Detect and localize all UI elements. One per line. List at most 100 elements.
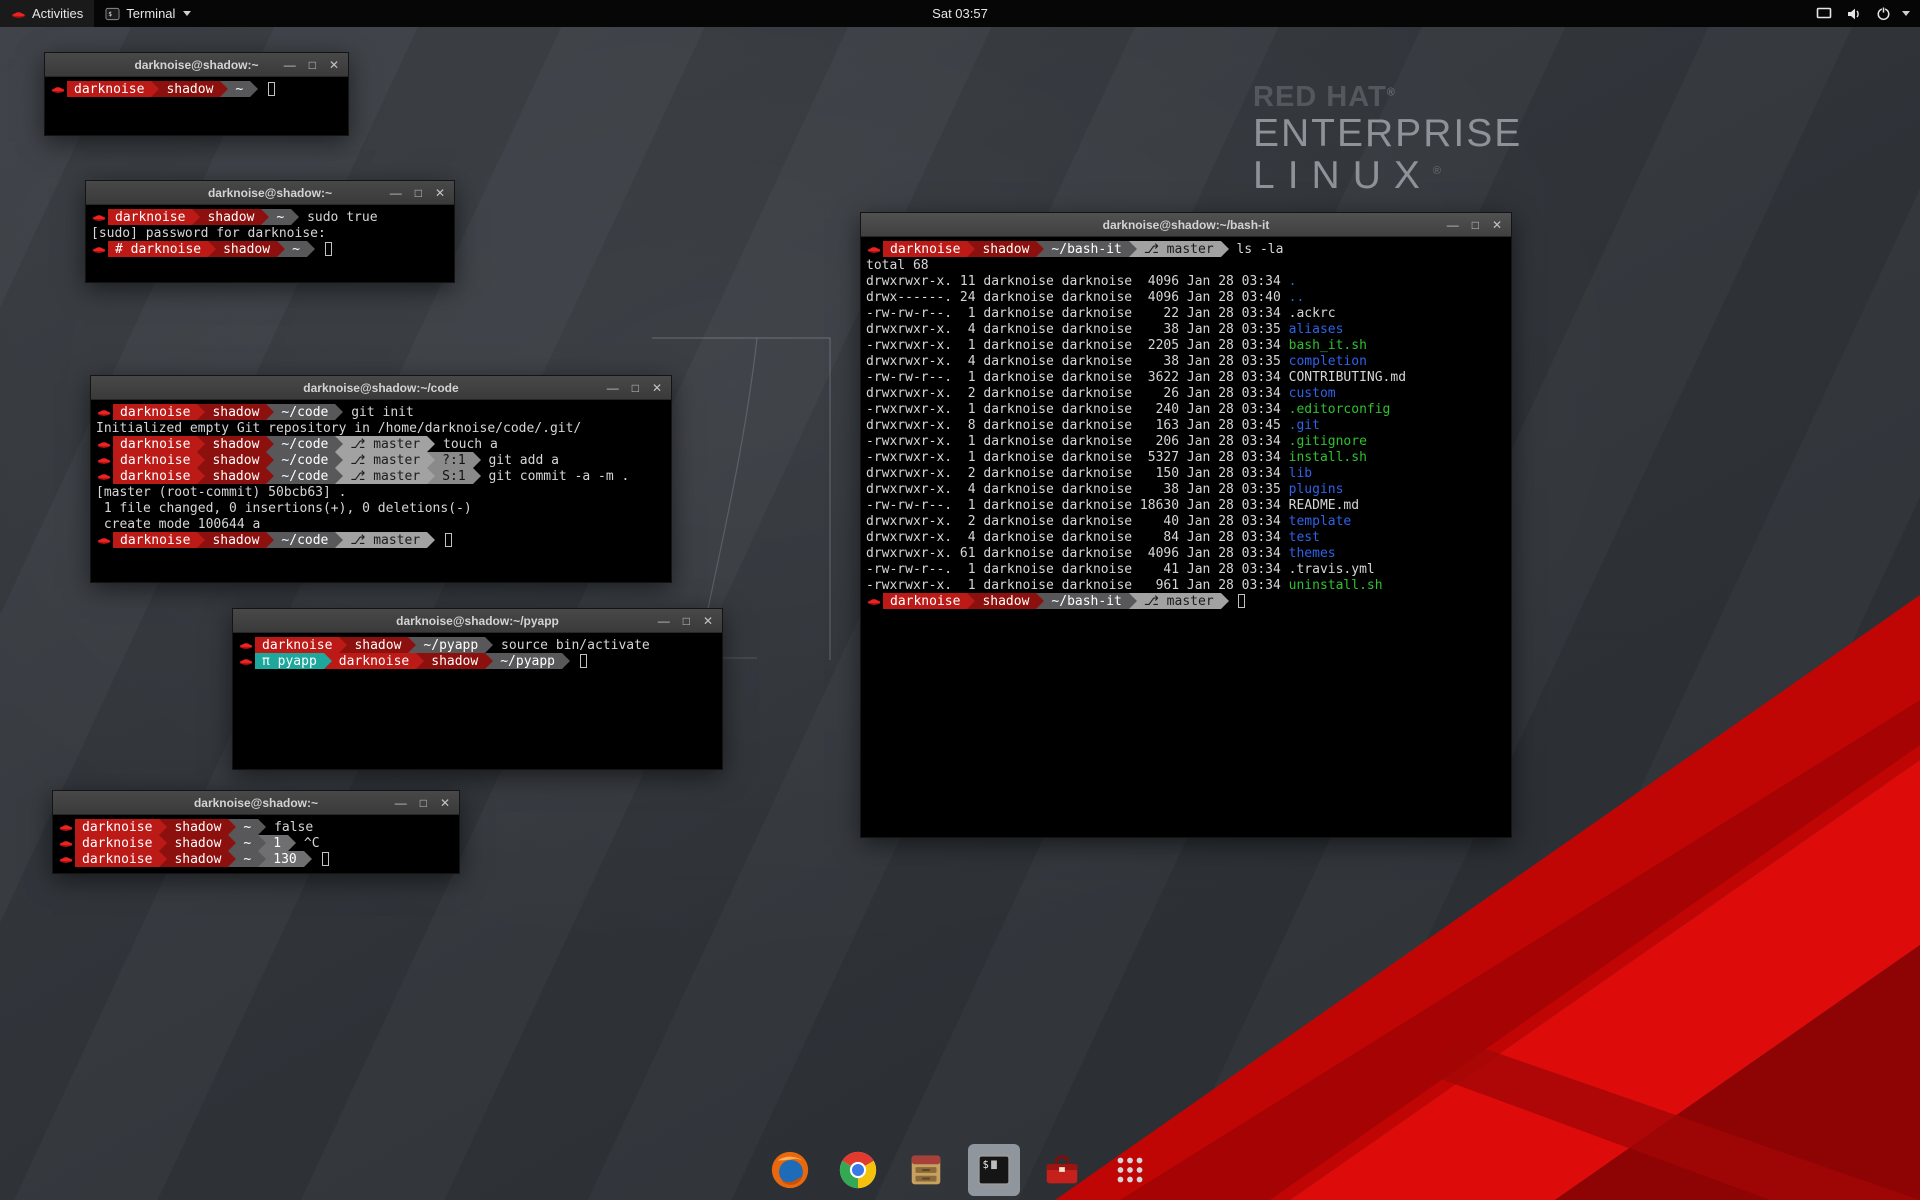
- minimize-button[interactable]: —: [395, 797, 407, 809]
- terminal-content[interactable]: darknoiseshadow~ sudo true[sudo] passwor…: [86, 205, 454, 282]
- redhat-icon: [91, 211, 107, 223]
- prompt-segment: ~: [228, 81, 250, 97]
- window-title: darknoise@shadow:~: [208, 186, 332, 200]
- prompt-segment: shadow: [975, 241, 1036, 257]
- window-titlebar[interactable]: darknoise@shadow:~ — □ ✕: [86, 181, 454, 205]
- terminal-line: darknoiseshadow~/code git init: [96, 404, 666, 420]
- close-button[interactable]: ✕: [440, 797, 450, 809]
- command-text: [315, 242, 323, 257]
- command-text: ls -la: [1229, 242, 1284, 257]
- output-text: drwxrwxr-x. 4 darknoise darknoise 84 Jan…: [866, 530, 1289, 545]
- maximize-button[interactable]: □: [309, 59, 316, 71]
- dock-item-show-applications[interactable]: [1104, 1144, 1156, 1196]
- powerline-arrow: [335, 452, 343, 468]
- terminal-line: -rw-rw-r--. 1 darknoise darknoise 18630 …: [866, 497, 1506, 513]
- close-button[interactable]: ✕: [652, 382, 662, 394]
- activities-label: Activities: [32, 6, 83, 21]
- terminal-line: darknoiseshadow~/code⎇ master touch a: [96, 436, 666, 452]
- terminal-content[interactable]: darknoiseshadow~: [45, 77, 348, 135]
- dock-item-chrome[interactable]: [832, 1144, 884, 1196]
- prompt-segment: ~: [236, 835, 258, 851]
- terminal-line: darknoiseshadow~ sudo true: [91, 209, 449, 225]
- clock-button[interactable]: Sat 03:57: [922, 0, 998, 27]
- terminal-content[interactable]: darknoiseshadow~/pyapp source bin/activa…: [233, 633, 722, 769]
- terminal-line: drwxrwxr-x. 4 darknoise darknoise 84 Jan…: [866, 529, 1506, 545]
- window-titlebar[interactable]: darknoise@shadow:~/code—□✕: [91, 376, 671, 400]
- maximize-button[interactable]: □: [420, 797, 427, 809]
- output-text: [master (root-commit) 50bcb63] .: [96, 485, 346, 500]
- file-name: ..: [1289, 290, 1305, 305]
- file-name: themes: [1289, 546, 1336, 561]
- minimize-button[interactable]: —: [390, 187, 402, 199]
- window-controls: — □ ✕: [395, 791, 450, 814]
- terminal-content[interactable]: darknoiseshadow~/code git initInitialize…: [91, 400, 671, 582]
- show-applications-icon: [1109, 1149, 1151, 1191]
- close-button[interactable]: ✕: [435, 187, 445, 199]
- maximize-button[interactable]: □: [415, 187, 422, 199]
- maximize-button[interactable]: □: [1472, 219, 1479, 231]
- chevron-down-icon: [1902, 11, 1910, 16]
- terminal-window-code: darknoise@shadow:~/code—□✕darknoiseshado…: [90, 375, 672, 583]
- window-title: darknoise@shadow:~: [134, 58, 258, 72]
- app-menu-terminal[interactable]: $ Terminal: [94, 0, 202, 27]
- prompt-segment: ~: [285, 241, 307, 257]
- powerline-arrow: [335, 468, 343, 484]
- prompt-segment: ⎇ master: [343, 468, 427, 484]
- window-titlebar[interactable]: darknoise@shadow:~/bash-it—□✕: [861, 213, 1511, 237]
- dock-item-files[interactable]: [900, 1144, 952, 1196]
- prompt-segment: darknoise: [67, 81, 151, 97]
- powerline-arrow: [967, 593, 975, 609]
- terminal-content[interactable]: darknoiseshadow~/bash-it⎇ master ls -lat…: [861, 237, 1511, 837]
- terminal-content[interactable]: darknoiseshadow~ falsedarknoiseshadow~1 …: [53, 815, 459, 873]
- prompt-segment: 130: [266, 851, 303, 867]
- terminal-line: darknoiseshadow~130: [58, 851, 454, 867]
- dock-item-firefox[interactable]: [764, 1144, 816, 1196]
- minimize-button[interactable]: —: [658, 615, 670, 627]
- terminal-line: -rwxrwxr-x. 1 darknoise darknoise 961 Ja…: [866, 577, 1506, 593]
- terminal-window-2: darknoise@shadow:~ — □ ✕ darknoiseshadow~ su…: [85, 180, 455, 283]
- powerline-arrow: [228, 835, 236, 851]
- powerline-arrow: [427, 532, 435, 548]
- close-button[interactable]: ✕: [703, 615, 713, 627]
- redhat-icon: [96, 438, 112, 450]
- redhat-icon: [96, 454, 112, 466]
- output-text: create mode 100644 a: [96, 517, 260, 532]
- powerline-arrow: [266, 532, 274, 548]
- command-text: touch a: [435, 437, 498, 452]
- powerline-arrow: [197, 468, 205, 484]
- output-text: -rwxrwxr-x. 1 darknoise darknoise 5327 J…: [866, 450, 1289, 465]
- close-button[interactable]: ✕: [1492, 219, 1502, 231]
- dock-item-terminal[interactable]: $: [968, 1144, 1020, 1196]
- terminal-cursor: [1238, 594, 1245, 608]
- redhat-icon: [866, 243, 882, 255]
- window-titlebar[interactable]: darknoise@shadow:~—□✕: [53, 791, 459, 815]
- chevron-down-icon: [183, 11, 191, 16]
- command-text: false: [266, 820, 313, 835]
- maximize-button[interactable]: □: [632, 382, 639, 394]
- prompt-segment: shadow: [200, 209, 261, 225]
- redhat-icon: [96, 470, 112, 482]
- system-status-area[interactable]: [1801, 0, 1920, 27]
- file-name: install.sh: [1289, 450, 1367, 465]
- minimize-button[interactable]: —: [284, 59, 296, 71]
- command-text: source bin/activate: [493, 638, 650, 653]
- prompt-segment: ⎇ master: [343, 532, 427, 548]
- file-name: aliases: [1289, 322, 1344, 337]
- terminal-line: darknoiseshadow~/pyapp source bin/activa…: [238, 637, 717, 653]
- window-titlebar[interactable]: darknoise@shadow:~ — □ ✕: [45, 53, 348, 77]
- close-button[interactable]: ✕: [329, 59, 339, 71]
- terminal-icon: $: [973, 1149, 1015, 1191]
- command-text: [1229, 594, 1237, 609]
- redhat-icon: [50, 83, 66, 95]
- minimize-button[interactable]: —: [607, 382, 619, 394]
- command-text: [570, 654, 578, 669]
- output-text: drwxrwxr-x. 4 darknoise darknoise 38 Jan…: [866, 482, 1289, 497]
- window-titlebar[interactable]: darknoise@shadow:~/pyapp—□✕: [233, 609, 722, 633]
- activities-button[interactable]: Activities: [0, 0, 94, 27]
- maximize-button[interactable]: □: [683, 615, 690, 627]
- dock-item-toolbox[interactable]: [1036, 1144, 1088, 1196]
- terminal-line: darknoiseshadow~ false: [58, 819, 454, 835]
- powerline-arrow: [159, 819, 167, 835]
- minimize-button[interactable]: —: [1447, 219, 1459, 231]
- powerline-arrow: [228, 851, 236, 867]
